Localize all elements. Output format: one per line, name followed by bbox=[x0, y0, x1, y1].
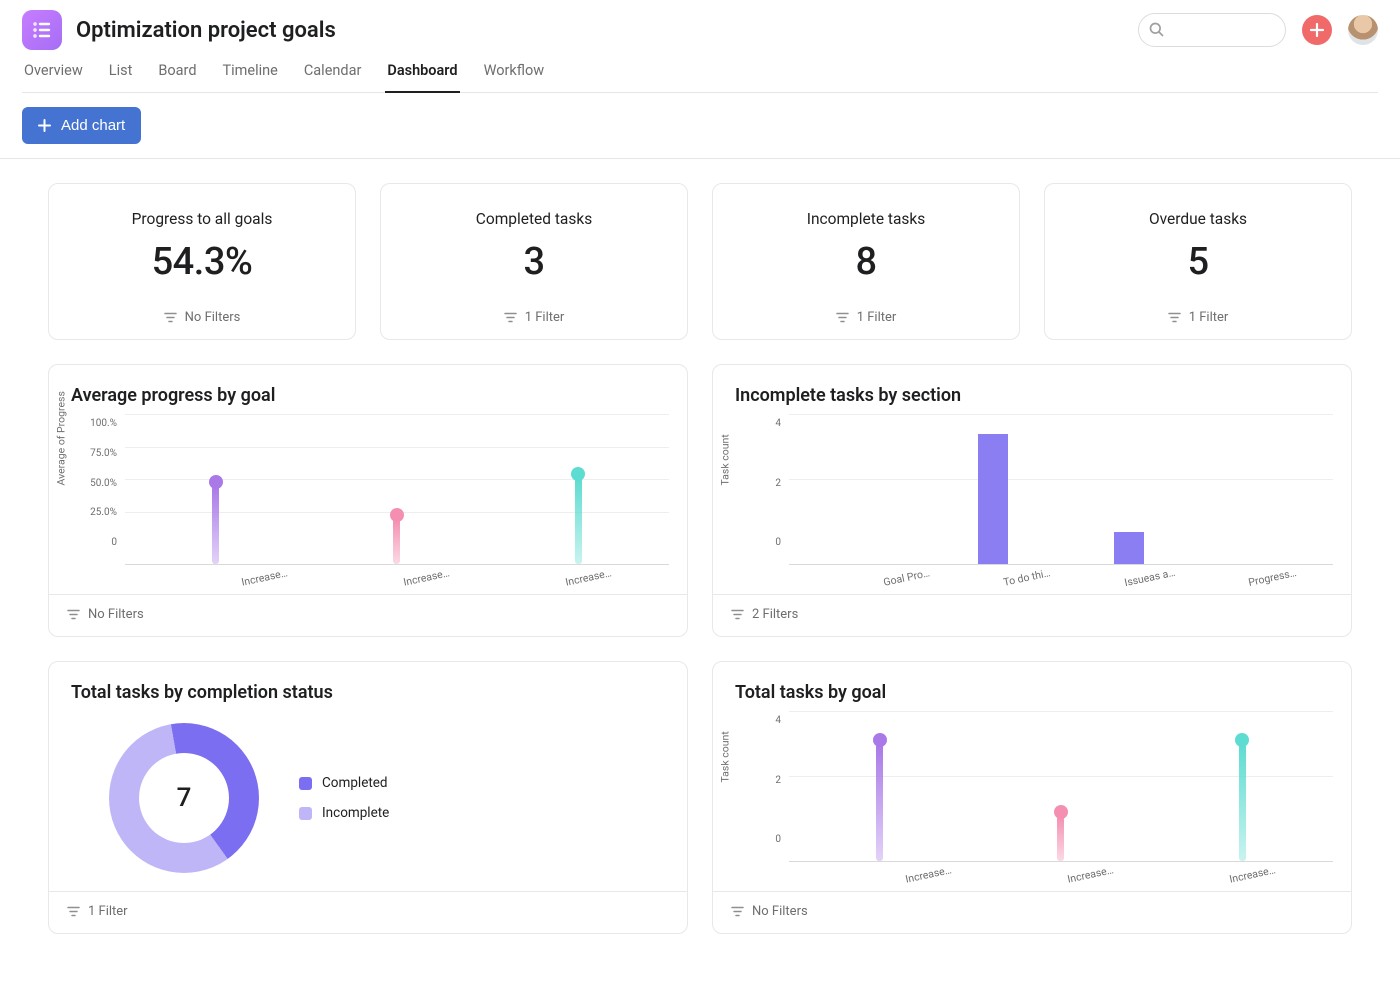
filter-icon bbox=[67, 609, 80, 620]
tab-calendar[interactable]: Calendar bbox=[302, 62, 364, 93]
tab-dashboard[interactable]: Dashboard bbox=[385, 62, 459, 93]
chart-by-completion[interactable]: Total tasks by completion status 7 Compl… bbox=[48, 661, 688, 934]
plus-icon bbox=[38, 119, 51, 132]
plus-icon bbox=[1310, 23, 1324, 37]
stat-filter[interactable]: 1 Filter bbox=[1168, 298, 1229, 339]
add-chart-button[interactable]: Add chart bbox=[22, 107, 141, 144]
filter-icon bbox=[67, 906, 80, 917]
chart-body: Average of Progress100.%75.0%50.0%25.0%0… bbox=[49, 414, 687, 594]
chart-filter-label: No Filters bbox=[88, 607, 144, 622]
list-icon bbox=[32, 21, 52, 39]
chart-title: Incomplete tasks by section bbox=[713, 365, 1351, 414]
stat-filter[interactable]: 1 Filter bbox=[836, 298, 897, 339]
chart-plot: Task count420Increase…Increase…Increase… bbox=[731, 711, 1333, 881]
chart-title: Average progress by goal bbox=[49, 365, 687, 414]
tab-bar: Overview List Board Timeline Calendar Da… bbox=[22, 62, 1378, 93]
header: Optimization project goals Overview List… bbox=[0, 0, 1400, 93]
chart-title: Total tasks by completion status bbox=[49, 662, 687, 711]
chart-avg-progress[interactable]: Average progress by goal Average of Prog… bbox=[48, 364, 688, 637]
legend-label: Completed bbox=[322, 775, 388, 791]
stat-filter-label: 1 Filter bbox=[525, 310, 565, 325]
donut-chart: 7 bbox=[109, 723, 259, 873]
chart-legend: Completed Incomplete bbox=[299, 775, 389, 821]
filter-icon bbox=[731, 609, 744, 620]
stat-value: 3 bbox=[523, 240, 544, 284]
stat-filter[interactable]: No Filters bbox=[164, 298, 241, 339]
chart-plot: Average of Progress100.%75.0%50.0%25.0%0… bbox=[67, 414, 669, 584]
legend-swatch bbox=[299, 777, 312, 790]
stat-filter-label: No Filters bbox=[185, 310, 241, 325]
tab-board[interactable]: Board bbox=[156, 62, 198, 93]
user-avatar[interactable] bbox=[1348, 15, 1378, 45]
dashboard-content: Progress to all goals 54.3% No Filters C… bbox=[0, 159, 1400, 988]
stat-title: Completed tasks bbox=[476, 210, 592, 228]
chart-filter[interactable]: No Filters bbox=[49, 594, 687, 636]
donut-center-value: 7 bbox=[109, 723, 259, 873]
search-box bbox=[1138, 13, 1286, 47]
filter-icon bbox=[1168, 312, 1181, 323]
chart-body: Task count420Increase…Increase…Increase… bbox=[713, 711, 1351, 891]
stat-card-progress[interactable]: Progress to all goals 54.3% No Filters bbox=[48, 183, 356, 340]
chart-by-goal[interactable]: Total tasks by goal Task count420Increas… bbox=[712, 661, 1352, 934]
tab-overview[interactable]: Overview bbox=[22, 62, 85, 93]
toolbar: Add chart bbox=[0, 93, 1400, 159]
stat-value: 54.3% bbox=[152, 240, 253, 284]
add-chart-label: Add chart bbox=[61, 117, 125, 134]
stat-value: 8 bbox=[855, 240, 876, 284]
legend-item: Completed bbox=[299, 775, 389, 791]
stat-card-incomplete[interactable]: Incomplete tasks 8 1 Filter bbox=[712, 183, 1020, 340]
chart-title: Total tasks by goal bbox=[713, 662, 1351, 711]
chart-incomplete-by-section[interactable]: Incomplete tasks by section Task count42… bbox=[712, 364, 1352, 637]
project-icon[interactable] bbox=[22, 10, 62, 50]
stat-cards-row: Progress to all goals 54.3% No Filters C… bbox=[48, 183, 1352, 340]
global-add-button[interactable] bbox=[1302, 15, 1332, 45]
project-title: Optimization project goals bbox=[76, 18, 336, 43]
tab-timeline[interactable]: Timeline bbox=[221, 62, 280, 93]
filter-icon bbox=[504, 312, 517, 323]
stat-filter[interactable]: 1 Filter bbox=[504, 298, 565, 339]
stat-title: Progress to all goals bbox=[132, 210, 273, 228]
chart-body: Task count420Goal Pro…To do thi…Issueas … bbox=[713, 414, 1351, 594]
stat-filter-label: 1 Filter bbox=[857, 310, 897, 325]
filter-icon bbox=[836, 312, 849, 323]
filter-icon bbox=[164, 312, 177, 323]
stat-filter-label: 1 Filter bbox=[1189, 310, 1229, 325]
legend-swatch bbox=[299, 807, 312, 820]
legend-label: Incomplete bbox=[322, 805, 389, 821]
filter-icon bbox=[731, 906, 744, 917]
chart-filter-label: 2 Filters bbox=[752, 607, 798, 622]
stat-title: Incomplete tasks bbox=[807, 210, 926, 228]
stat-title: Overdue tasks bbox=[1149, 210, 1247, 228]
tab-list[interactable]: List bbox=[107, 62, 135, 93]
chart-filter[interactable]: 2 Filters bbox=[713, 594, 1351, 636]
stat-value: 5 bbox=[1187, 240, 1208, 284]
search-icon bbox=[1149, 22, 1164, 41]
tab-workflow[interactable]: Workflow bbox=[482, 62, 547, 93]
stat-card-overdue[interactable]: Overdue tasks 5 1 Filter bbox=[1044, 183, 1352, 340]
chart-filter[interactable]: No Filters bbox=[713, 891, 1351, 933]
stat-card-completed[interactable]: Completed tasks 3 1 Filter bbox=[380, 183, 688, 340]
chart-filter-label: 1 Filter bbox=[88, 904, 128, 919]
chart-body: 7 Completed Incomplete bbox=[49, 711, 687, 891]
legend-item: Incomplete bbox=[299, 805, 389, 821]
chart-filter-label: No Filters bbox=[752, 904, 808, 919]
chart-filter[interactable]: 1 Filter bbox=[49, 891, 687, 933]
chart-plot: Task count420Goal Pro…To do thi…Issueas … bbox=[731, 414, 1333, 584]
